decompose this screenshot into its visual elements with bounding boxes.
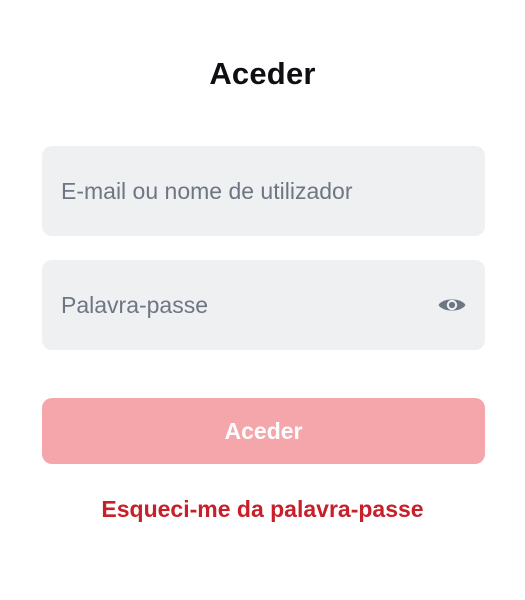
submit-button[interactable]: Aceder: [42, 398, 485, 464]
password-field-container: [42, 260, 485, 350]
page-title: Aceder: [209, 56, 316, 91]
email-field-container: [42, 146, 485, 236]
login-page: Aceder Aceder Esqueci-me da palavra-pass…: [0, 0, 525, 600]
password-input[interactable]: [42, 260, 485, 350]
forgot-password-link[interactable]: Esqueci-me da palavra-passe: [0, 496, 525, 523]
eye-icon[interactable]: [437, 295, 467, 315]
email-or-username-input[interactable]: [42, 146, 485, 236]
